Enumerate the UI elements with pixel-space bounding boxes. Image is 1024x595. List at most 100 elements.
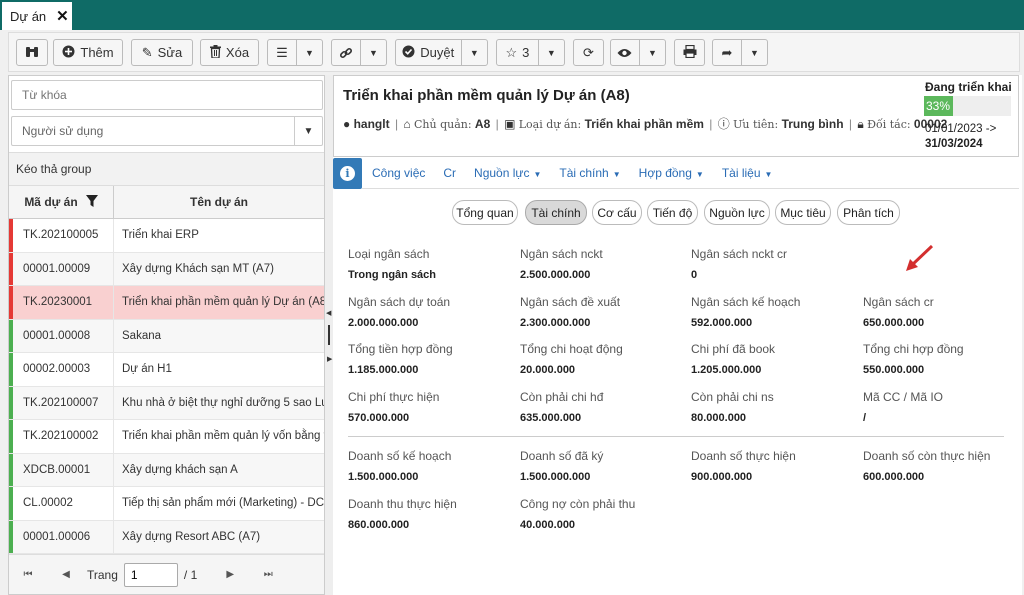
link-menu-button[interactable]: ▼ [331,39,387,66]
table-row[interactable]: 00002.00003 Dự án H1 [9,353,324,387]
binoculars-button[interactable] [16,39,48,66]
project-dates: 01/01/2023 -> 31/03/2024 [925,122,996,152]
nav-item[interactable]: Hợp đồng ▼ [639,166,704,180]
cell-code: TK.20230001 [13,286,114,319]
first-page-icon[interactable]: ⏮ [13,569,43,580]
cell-code: TK.202100002 [13,420,114,453]
pencil-icon: ✎ [141,44,153,60]
nav-item[interactable]: Cr [443,166,456,180]
finance-field: Ngân sách kế hoạch 592.000.000 [691,295,861,329]
approve-main: Duyệt [396,40,462,65]
nav-item-label: Cr [443,166,457,180]
subtab-pill[interactable]: Phân tích [837,200,900,225]
chevron-down-icon[interactable]: ▼ [297,40,322,65]
field-value: 570.000.000 [348,412,410,424]
tab-du-an[interactable]: Dự án ✕ [2,2,72,30]
approve-menu-button[interactable]: Duyệt ▼ [395,39,488,66]
table-row[interactable]: 00001.00008 Sakana [9,319,324,353]
panel-splitter[interactable]: ◀ ▶ [325,75,333,595]
nav-item[interactable]: Tài liệu ▼ [722,166,773,180]
field-label: Ngân sách dự toán [348,295,451,309]
field-value: 1.205.000.000 [691,364,762,376]
table-row[interactable]: TK.202100002 Triển khai phần mềm quản lý … [9,420,324,454]
page-number-input[interactable] [123,562,178,587]
owner-label: Chủ quản: [414,118,472,131]
collapse-left-icon[interactable]: ◀ [326,309,331,317]
field-value: / [863,412,867,424]
field-label: Tổng chi hợp đồng [863,342,964,356]
last-page-icon[interactable]: ⏭ [253,569,283,580]
user-select[interactable]: Người sử dụng ▼ [11,116,323,146]
keyword-search-input[interactable] [11,80,323,110]
filter-icon[interactable] [85,194,98,210]
group-hint: Kéo thả group [16,162,92,176]
eye-icon [611,40,640,65]
nav-item-label: Công việc [372,166,426,180]
field-label: Tổng tiền hợp đồng [348,342,453,356]
cell-code: 00002.00003 [13,353,114,386]
cell-name: Triển khai phần mềm quản lý vốn bằng tiề… [122,430,324,443]
next-page-icon[interactable]: ▶ [215,569,245,580]
nav-item[interactable]: Nguồn lực ▼ [474,166,541,180]
table-row[interactable]: TK.202100007 Khu nhà ở biệt thự nghỉ dưỡn… [9,386,324,420]
add-button[interactable]: Thêm [53,39,123,66]
chevron-down-icon[interactable]: ▼ [539,40,564,65]
subtab-pill[interactable]: Tài chính [525,200,587,225]
chevron-down-icon[interactable]: ▼ [361,40,386,65]
subtab-pills: Tổng quan Tài chính Cơ cấu Tiến độ Nguồn lực… [333,200,1019,226]
check-circle-icon [402,45,415,61]
chevron-down-icon[interactable]: ▼ [742,40,767,65]
table-row[interactable]: XDCB.00001 Xây dựng khách sạn A [9,453,324,487]
subtab-pill[interactable]: Nguồn lực [704,200,770,225]
subtab-pill[interactable]: Mục tiêu [775,200,831,225]
info-button[interactable]: i [333,158,362,189]
table-row[interactable]: 00001.00009 Xây dựng Khách sạn MT (A7) [9,252,324,286]
table-row[interactable]: 00001.00006 Xây dựng Resort ABC (A7) [9,520,324,554]
rating-menu-button[interactable]: ☆ 3 ▼ [496,39,565,66]
subtab-pill[interactable]: Cơ cấu [592,200,642,225]
field-label: Doanh thu thực hiện [348,497,457,511]
project-title: Triển khai phần mềm quản lý Dự án (A8) [343,87,630,104]
splitter-handle[interactable] [328,325,330,345]
cell-code: 00001.00006 [13,520,114,553]
date-end: 31/03/2024 [925,138,983,150]
field-label: Còn phải chi hđ [520,390,604,404]
finance-field: Doanh số còn thực hiện 600.000.000 [863,449,1024,483]
subtab-pill[interactable]: Tổng quan [452,200,518,225]
nav-item[interactable]: Tài chính ▼ [559,166,620,180]
project-list-panel: Người sử dụng ▼ Kéo thả group Mã dự án T… [8,75,325,595]
finance-field: Còn phải chi ns 80.000.000 [691,390,861,424]
list-menu-button[interactable]: ☰ ▼ [267,39,323,66]
close-icon[interactable]: ✕ [56,7,69,25]
subtab-pill[interactable]: Tiến độ [647,200,698,225]
prev-page-icon[interactable]: ◀ [51,569,81,580]
share-menu-button[interactable]: ➦ ▼ [712,39,768,66]
chevron-down-icon[interactable]: ▼ [294,117,322,145]
nav-item-label: Nguồn lực [474,166,530,180]
expand-right-icon[interactable]: ▶ [327,355,332,363]
group-drop-zone[interactable]: Kéo thả group [9,152,324,186]
table-row[interactable]: TK.202100005 Triển khai ERP [9,219,324,253]
delete-label: Xóa [225,45,250,60]
chevron-down-icon[interactable]: ▼ [640,40,665,65]
field-label: Ngân sách nckt [520,247,603,261]
cell-name: Dự án H1 [122,363,172,376]
field-label: Doanh số thực hiện [691,449,796,463]
binoculars-icon [25,45,39,61]
print-button[interactable] [674,39,705,66]
table-row[interactable]: TK.20230001 Triển khai phần mềm quản lý D… [9,286,324,320]
chevron-down-icon[interactable]: ▼ [462,40,487,65]
field-value: 80.000.000 [691,412,747,424]
cell-code: TK.202100007 [13,386,114,419]
delete-button[interactable]: Xóa [200,39,259,66]
field-label: Doanh số còn thực hiện [863,449,991,463]
view-menu-button[interactable]: ▼ [610,39,666,66]
caret-down-icon: ▼ [764,170,773,179]
field-value: 600.000.000 [863,471,925,483]
column-header-name[interactable]: Tên dự án [114,186,324,218]
column-header-code[interactable]: Mã dự án [9,186,114,218]
refresh-button[interactable]: ⟳ [573,39,604,66]
table-row[interactable]: CL.00002 Tiếp thị sản phẩm mới (Marketing… [9,487,324,521]
nav-item[interactable]: Công việc [372,166,425,180]
edit-button[interactable]: ✎ Sửa [131,39,193,66]
